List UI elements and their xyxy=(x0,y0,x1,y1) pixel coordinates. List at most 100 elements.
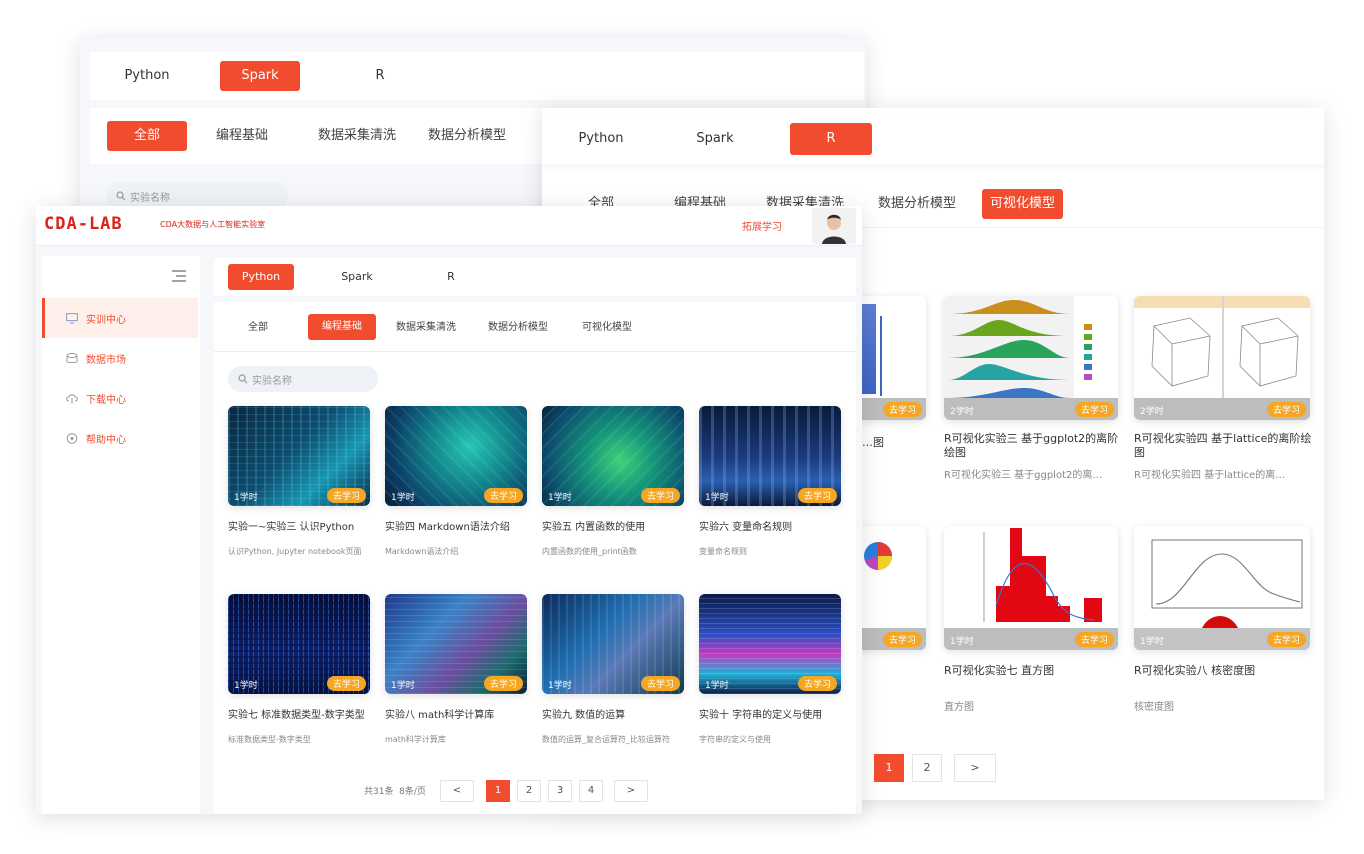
sidebar-item-label: 下载中心 xyxy=(86,394,126,406)
page-button-1[interactable]: 1 xyxy=(874,754,904,782)
card-title: 实验一~实验三 认识Python xyxy=(228,522,355,533)
page-button-2[interactable]: 2 xyxy=(912,754,942,782)
sidebar-item-download[interactable]: 下载中心 xyxy=(42,378,198,418)
course-card[interactable]: 1学时 去学习 xyxy=(1134,526,1310,650)
card-title: 实验九 数值的运算 xyxy=(542,710,626,721)
category-visualization[interactable]: 可视化模型 xyxy=(574,314,640,342)
right-lang-bar: Python Spark R xyxy=(542,114,1324,164)
front-window: CDA-LAB CDA大数据与人工智能实验室 拓展学习 实训中心 数据市场 下载… xyxy=(36,206,862,814)
category-collection[interactable]: 数据采集清洗 xyxy=(388,314,464,342)
card-hours: 1学时 xyxy=(548,681,572,691)
main-panel: 全部 编程基础 数据采集清洗 数据分析模型 可视化模型 实验名称 1学时 去学习… xyxy=(214,302,856,814)
go-study-button[interactable]: 去学习 xyxy=(1266,632,1306,647)
sidebar-item-label: 实训中心 xyxy=(86,314,126,326)
card-desc: R可视化实验四 基于lattice的离… xyxy=(1134,470,1286,481)
category-analysis[interactable]: 数据分析模型 xyxy=(480,314,556,342)
tab-python[interactable]: Python xyxy=(228,264,294,290)
card-desc: 变量命名规则 xyxy=(699,547,747,556)
expand-learning-link[interactable]: 拓展学习 xyxy=(742,218,782,233)
category-collection[interactable]: 数据采集清洗 xyxy=(310,122,404,150)
pagination-info: 共31条 8条/页 xyxy=(364,787,426,797)
menu-collapse-icon[interactable] xyxy=(172,270,186,282)
course-card[interactable]: 1学时 去学习 xyxy=(542,594,684,694)
course-card[interactable]: 2学时 去学习 xyxy=(944,296,1118,420)
card-title: R可视化实验八 核密度图 xyxy=(1134,664,1256,677)
card-title: R可视化实验三 基于ggplot2的离阶绘图 xyxy=(944,432,1119,459)
card-hours: 1学时 xyxy=(391,493,415,503)
go-study-button[interactable]: 去学习 xyxy=(882,632,922,647)
go-study-button[interactable]: 去学习 xyxy=(640,676,680,691)
tab-spark[interactable]: Spark xyxy=(220,61,300,91)
next-page-button[interactable]: > xyxy=(614,780,648,802)
sidebar-item-data-market[interactable]: 数据市场 xyxy=(42,338,198,378)
category-all[interactable]: 全部 xyxy=(240,314,276,342)
logo: CDA-LAB xyxy=(44,214,123,234)
card-title: R可视化实验四 基于lattice的离阶绘图 xyxy=(1134,432,1312,459)
card-title: 实验十 字符串的定义与使用 xyxy=(699,710,823,721)
course-card[interactable]: 1学时 去学习 xyxy=(385,406,527,506)
course-card[interactable]: 1学时 去学习 xyxy=(944,526,1118,650)
card-title: 实验八 math科学计算库 xyxy=(385,710,495,721)
course-card[interactable]: 2学时 去学习 xyxy=(1134,296,1310,420)
go-study-button[interactable]: 去学习 xyxy=(797,488,837,503)
go-study-button[interactable]: 去学习 xyxy=(797,676,837,691)
tab-r[interactable]: R xyxy=(790,123,872,155)
go-study-button[interactable]: 去学习 xyxy=(483,676,523,691)
card-hours: 1学时 xyxy=(234,493,258,503)
card-title: 实验四 Markdown语法介绍 xyxy=(385,522,510,533)
go-study-button[interactable]: 去学习 xyxy=(882,402,922,417)
page-button-3[interactable]: 3 xyxy=(548,780,572,802)
tab-spark[interactable]: Spark xyxy=(324,262,390,292)
page-button-1[interactable]: 1 xyxy=(486,780,510,802)
header: CDA-LAB CDA大数据与人工智能实验室 拓展学习 xyxy=(36,206,862,246)
go-study-button[interactable]: 去学习 xyxy=(326,488,366,503)
help-icon xyxy=(66,432,78,444)
card-desc: 数值的运算_复合运算符_比较运算符 xyxy=(542,735,670,744)
tab-r[interactable]: R xyxy=(418,262,484,292)
go-study-button[interactable]: 去学习 xyxy=(483,488,523,503)
card-hours: 1学时 xyxy=(391,681,415,691)
sidebar-item-training[interactable]: 实训中心 xyxy=(42,298,198,338)
page-button-4[interactable]: 4 xyxy=(579,780,603,802)
prev-page-button[interactable]: < xyxy=(440,780,474,802)
category-analysis[interactable]: 数据分析模型 xyxy=(870,190,964,218)
page-button-2[interactable]: 2 xyxy=(517,780,541,802)
tab-python[interactable]: Python xyxy=(566,124,636,154)
card-hours: 1学时 xyxy=(548,493,572,503)
next-page-button[interactable]: > xyxy=(954,754,996,782)
course-card[interactable]: 1学时 去学习 xyxy=(542,406,684,506)
search-input[interactable]: 实验名称 xyxy=(228,366,378,392)
category-bar: 全部 编程基础 数据采集清洗 数据分析模型 可视化模型 xyxy=(214,302,856,352)
category-visualization[interactable]: 可视化模型 xyxy=(982,188,1064,219)
monitor-icon xyxy=(66,312,78,324)
course-card[interactable]: 1学时 去学习 xyxy=(699,594,841,694)
card-desc: 直方图 xyxy=(944,702,974,713)
category-all[interactable]: 全部 xyxy=(107,121,187,151)
go-study-button[interactable]: 去学习 xyxy=(1266,402,1306,417)
card-hours: 1学时 xyxy=(1140,637,1164,647)
category-programming[interactable]: 编程基础 xyxy=(308,314,376,340)
avatar[interactable] xyxy=(812,208,856,244)
card-hours: 2学时 xyxy=(1140,407,1164,417)
course-card[interactable]: 1学时 去学习 xyxy=(228,594,370,694)
cloud-download-icon xyxy=(66,393,78,403)
card-desc: 认识Python, Jupyter notebook页面 xyxy=(228,547,362,556)
sidebar-item-label: 帮助中心 xyxy=(86,434,126,446)
category-analysis[interactable]: 数据分析模型 xyxy=(420,122,514,150)
go-study-button[interactable]: 去学习 xyxy=(640,488,680,503)
search-icon xyxy=(238,374,248,384)
search-icon xyxy=(116,191,126,201)
go-study-button[interactable]: 去学习 xyxy=(1074,632,1114,647)
course-card[interactable]: 1学时 去学习 xyxy=(385,594,527,694)
tab-spark[interactable]: Spark xyxy=(680,124,750,154)
course-card[interactable]: 1学时 去学习 xyxy=(699,406,841,506)
sidebar-item-help[interactable]: 帮助中心 xyxy=(42,418,198,458)
go-study-button[interactable]: 去学习 xyxy=(326,676,366,691)
course-card[interactable]: 1学时 去学习 xyxy=(228,406,370,506)
category-programming[interactable]: 编程基础 xyxy=(208,122,276,150)
go-study-button[interactable]: 去学习 xyxy=(1074,402,1114,417)
tab-python[interactable]: Python xyxy=(110,61,184,91)
card-hours: 1学时 xyxy=(705,493,729,503)
tab-r[interactable]: R xyxy=(340,61,420,91)
card-desc: Markdown语法介绍 xyxy=(385,547,459,556)
